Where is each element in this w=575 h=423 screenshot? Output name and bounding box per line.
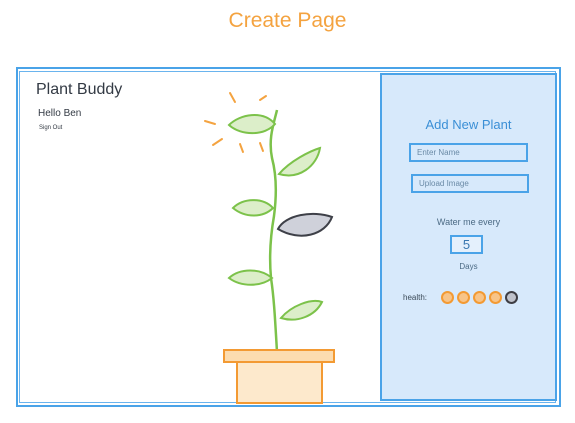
health-dot[interactable] <box>441 291 454 304</box>
plant-name-input[interactable] <box>409 143 528 162</box>
water-days-input[interactable]: 5 <box>450 235 483 254</box>
plant-stem <box>268 109 279 353</box>
leaf <box>231 199 275 217</box>
health-dot[interactable] <box>489 291 502 304</box>
health-dot[interactable] <box>505 291 518 304</box>
leaf <box>227 114 277 135</box>
days-unit-label: Days <box>459 262 478 271</box>
flower-pot <box>223 349 335 404</box>
leaf <box>279 300 324 321</box>
upload-image-button[interactable]: Upload Image <box>411 174 529 193</box>
user-greeting: Hello Ben <box>38 108 82 119</box>
health-rating[interactable] <box>441 291 519 304</box>
health-dot[interactable] <box>473 291 486 304</box>
page-heading: Create Page <box>228 9 347 32</box>
water-frequency-label: Water me every <box>436 217 501 227</box>
health-label: health: <box>403 293 428 302</box>
wilted-leaf <box>276 212 334 237</box>
plant-illustration <box>204 92 335 404</box>
app-title: Plant Buddy <box>36 81 123 98</box>
upload-image-label: Upload Image <box>419 179 469 188</box>
panel-title: Add New Plant <box>425 117 512 132</box>
leaf <box>277 146 322 177</box>
sign-out-link[interactable]: Sign Out <box>39 125 62 131</box>
leaf <box>227 269 274 286</box>
health-dot[interactable] <box>457 291 470 304</box>
